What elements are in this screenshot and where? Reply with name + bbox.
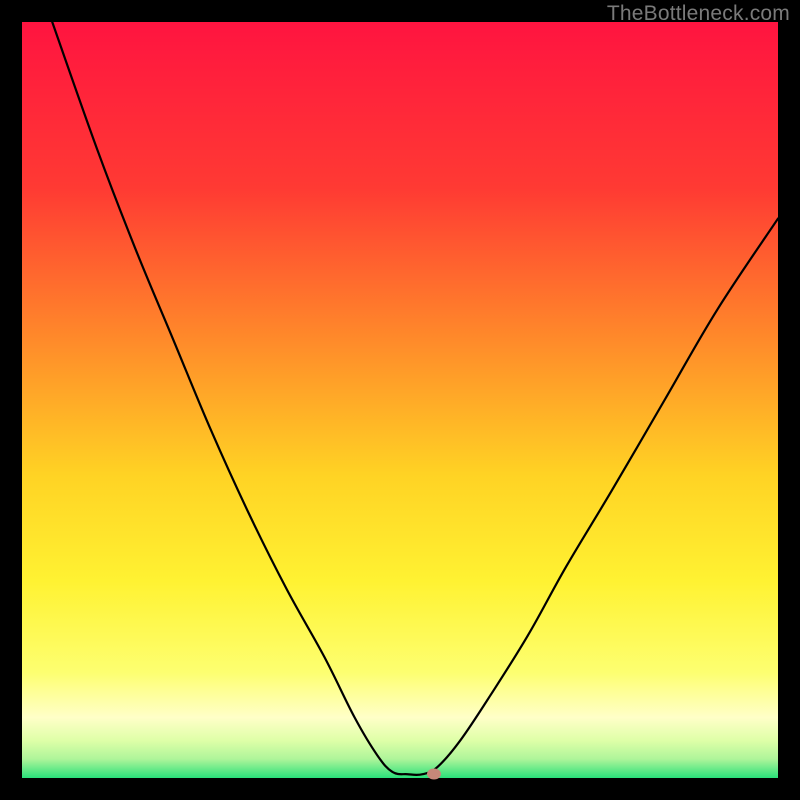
chart-plot [22, 22, 778, 778]
outer-frame: TheBottleneck.com [0, 0, 800, 800]
